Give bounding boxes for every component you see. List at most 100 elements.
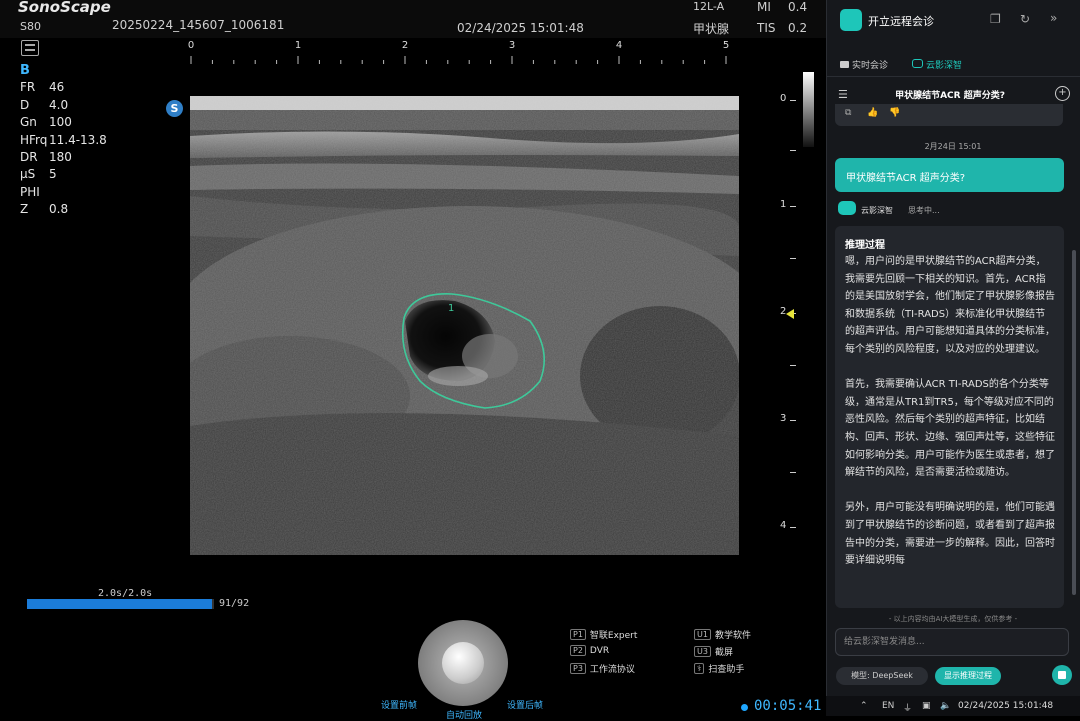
mi-label: MI — [757, 0, 771, 14]
tab-label: 云影深智 — [926, 61, 963, 71]
date-separator: 2月24日 15:01 — [924, 142, 982, 151]
model-select-button[interactable]: 模型: DeepSeek — [836, 667, 928, 685]
softkey-p2[interactable]: P2 DVR — [570, 645, 609, 656]
softkey-u1[interactable]: U1 教学软件 — [694, 628, 751, 641]
depth-tick — [790, 258, 796, 259]
probe-icon[interactable] — [21, 40, 39, 56]
exam-preset: 甲状腺 — [693, 22, 730, 36]
app-logo-icon — [840, 9, 862, 31]
recording-dot-icon — [741, 704, 748, 711]
softkey-p1[interactable]: P1 智联Expert — [570, 628, 637, 641]
param-value: 180 — [49, 150, 72, 165]
wheel-right-label[interactable]: 设置后帧 — [507, 698, 543, 711]
softkey-label: 工作流协议 — [589, 665, 635, 675]
depth-tick — [790, 100, 796, 101]
param-key: PHI — [20, 184, 40, 199]
tab-label: 实时会诊 — [852, 61, 889, 71]
new-chat-icon[interactable]: + — [1055, 86, 1070, 101]
user-message-bubble: 甲状腺结节ACR 超声分类? — [835, 158, 1064, 192]
roi-label: 1 — [448, 303, 454, 314]
depth-label: 0 — [780, 93, 787, 104]
refresh-icon[interactable]: ↻ — [1020, 12, 1030, 26]
previous-message-card: ⧉ 👍 👎 — [835, 104, 1063, 126]
focus-marker[interactable] — [786, 309, 794, 319]
show-reasoning-button[interactable]: 显示推理过程 — [935, 667, 1001, 685]
scan-assistant-icon: ⚕ — [694, 663, 705, 674]
depth-tick — [790, 365, 796, 366]
imaging-mode: B — [20, 63, 30, 78]
ruler-label: 1 — [294, 40, 302, 51]
param-key: Z — [20, 202, 29, 217]
usb-icon[interactable]: ⏚ — [903, 701, 912, 714]
copy-icon[interactable]: ⧉ — [845, 108, 851, 118]
tab-yunying-deepsmart[interactable]: 云影深智 — [912, 58, 962, 71]
softkey-tag: U3 — [694, 646, 711, 657]
user-message-text: 甲状腺结节ACR 超声分类? — [846, 173, 966, 184]
param-value: 11.4-13.8 — [49, 132, 107, 147]
stop-generation-button[interactable] — [1052, 665, 1072, 685]
ruler-ticks — [190, 56, 727, 64]
ai-disclaimer: - 以上内容均由AI大模型生成，仅供参考 - — [888, 615, 1018, 623]
depth-tick — [790, 150, 796, 151]
input-language[interactable]: EN — [882, 701, 894, 711]
softkey-u3[interactable]: U3 截屏 — [694, 645, 733, 658]
tab-live-consult[interactable]: 实时会诊 — [840, 58, 888, 71]
softkey-p3[interactable]: P3 工作流协议 — [570, 662, 635, 675]
softkey-scan-assistant[interactable]: ⚕ 扫查助手 — [694, 662, 744, 675]
cine-frame-count: 91/92 — [219, 598, 250, 609]
cine-time: 2.0s/2.0s — [98, 588, 153, 599]
param-value: 4.0 — [49, 97, 69, 112]
ultrasound-scan: 1 — [190, 96, 739, 555]
reasoning-card: 推理过程 嗯，用户问的是甲状腺结节的ACR超声分类，我需要先回顾一下相关的知识。… — [835, 226, 1064, 608]
trackball-wheel[interactable] — [418, 620, 508, 706]
chat-input[interactable] — [835, 628, 1069, 656]
brand-logo: SonoScape — [18, 0, 111, 16]
mi-value: 0.4 — [788, 0, 808, 14]
param-key: HFrq — [20, 132, 48, 147]
cine-track[interactable] — [27, 599, 214, 609]
taskbar-datetime: 02/24/2025 15:01:48 — [958, 701, 1054, 711]
network-icon[interactable]: ▣ — [922, 701, 931, 711]
softkey-tag: P2 — [570, 645, 586, 656]
param-value: 100 — [49, 115, 72, 130]
chevron-up-icon[interactable]: ⌃ — [860, 701, 868, 711]
param-value: 46 — [49, 80, 65, 95]
bot-avatar-icon — [838, 201, 856, 215]
depth-label: 3 — [780, 413, 787, 424]
param-key: FR — [20, 80, 36, 95]
softkey-label: 扫查助手 — [708, 665, 745, 675]
probe-name: 12L-A — [693, 0, 725, 13]
ruler-label: 4 — [615, 40, 623, 51]
param-key: Gn — [20, 115, 37, 130]
ruler-label: 2 — [401, 40, 409, 51]
chat-title: 甲状腺结节ACR 超声分类? — [895, 91, 1005, 101]
reasoning-paragraph: 另外，用户可能没有明确说明的是，他们可能遇到了甲状腺结节的诊断问题，或者看到了超… — [845, 502, 1055, 567]
softkey-tag: U1 — [694, 629, 711, 640]
restore-window-icon[interactable]: ❐ — [990, 12, 1001, 26]
thumbs-down-icon[interactable]: 👎 — [889, 108, 900, 118]
reasoning-paragraph: 首先，我需要确认ACR TI-RADS的各个分类等级，通常是从TR1到TR5，每… — [845, 379, 1055, 479]
bot-name: 云影深智 — [861, 206, 893, 215]
depth-label: 1 — [780, 199, 787, 210]
menu-icon[interactable]: ☰ — [838, 88, 848, 101]
depth-tick — [790, 420, 796, 421]
volume-icon[interactable]: 🔈 — [940, 701, 951, 711]
trackball[interactable] — [442, 642, 484, 684]
param-key: μS — [20, 167, 36, 182]
ruler-label: 3 — [508, 40, 516, 51]
panel-title: 开立远程会诊 — [868, 15, 934, 28]
bot-status: 思考中... — [908, 206, 940, 215]
ruler-label: 5 — [722, 40, 730, 51]
wheel-left-label[interactable]: 设置前帧 — [381, 698, 417, 711]
wheel-bottom-label[interactable]: 自动回放 — [446, 708, 482, 721]
grayscale-bar — [803, 72, 814, 147]
bot-icon — [912, 59, 923, 68]
depth-tick — [790, 206, 796, 207]
ultrasound-image[interactable]: 1 — [190, 96, 739, 555]
tis-value: 0.2 — [788, 21, 808, 35]
collapse-panel-icon[interactable]: » — [1050, 11, 1057, 25]
chat-scrollbar[interactable] — [1072, 250, 1076, 595]
thumbs-up-icon[interactable]: 👍 — [867, 108, 878, 118]
reasoning-title: 推理过程 — [845, 240, 885, 251]
video-icon — [840, 61, 849, 68]
